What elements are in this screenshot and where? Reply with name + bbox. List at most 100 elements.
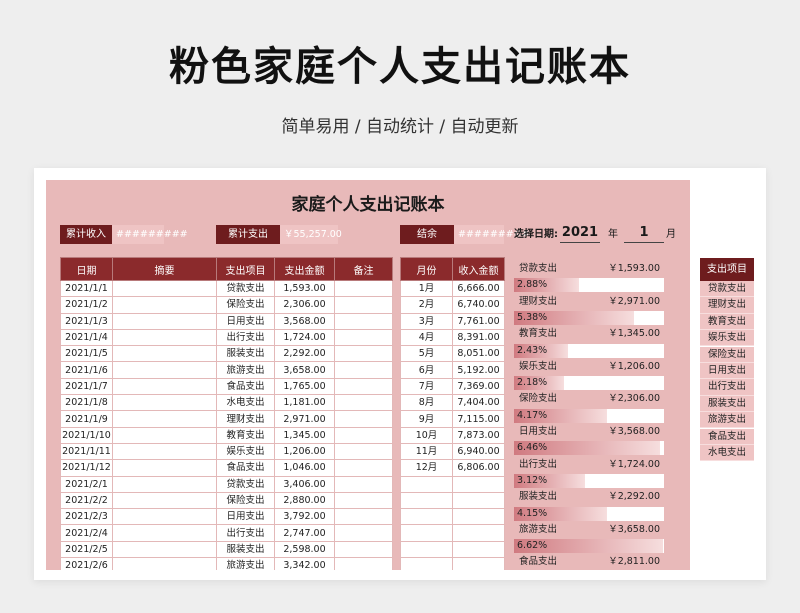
income-column-header[interactable]: 收入金额 <box>452 257 505 281</box>
category-list-item[interactable]: 娱乐支出 <box>700 330 754 347</box>
note-cell[interactable] <box>334 345 393 363</box>
income-amount-cell[interactable]: 7,761.00 <box>452 312 505 330</box>
amount-cell[interactable]: 3,658.00 <box>274 361 335 379</box>
category-cell[interactable]: 服装支出 <box>216 540 275 559</box>
month-cell[interactable]: 12月 <box>400 459 453 477</box>
date-cell[interactable]: 2021/2/5 <box>60 540 113 559</box>
month-cell[interactable]: 6月 <box>400 361 453 379</box>
expense-column-header[interactable]: 备注 <box>334 257 393 281</box>
income-amount-cell[interactable]: 5,192.00 <box>452 361 505 379</box>
note-cell[interactable] <box>334 279 393 298</box>
summary-cell[interactable] <box>112 508 217 526</box>
category-cell[interactable]: 食品支出 <box>216 377 275 396</box>
income-amount-cell[interactable] <box>452 557 505 570</box>
category-cell[interactable]: 日用支出 <box>216 312 275 330</box>
income-amount-cell[interactable] <box>452 491 505 510</box>
month-cell[interactable]: 7月 <box>400 377 453 396</box>
month-cell[interactable] <box>400 524 453 542</box>
income-amount-cell[interactable]: 6,740.00 <box>452 296 505 314</box>
month-cell[interactable]: 11月 <box>400 442 453 461</box>
month-cell[interactable] <box>400 475 453 493</box>
note-cell[interactable] <box>334 475 393 493</box>
amount-cell[interactable]: 2,598.00 <box>274 540 335 559</box>
note-cell[interactable] <box>334 410 393 428</box>
month-cell[interactable]: 10月 <box>400 426 453 444</box>
month-cell[interactable]: 9月 <box>400 410 453 428</box>
note-cell[interactable] <box>334 361 393 379</box>
date-cell[interactable]: 2021/1/3 <box>60 312 113 330</box>
month-cell[interactable] <box>400 540 453 559</box>
category-cell[interactable]: 娱乐支出 <box>216 442 275 461</box>
summary-cell[interactable] <box>112 328 217 347</box>
amount-cell[interactable]: 2,747.00 <box>274 524 335 542</box>
income-amount-cell[interactable]: 6,940.00 <box>452 442 505 461</box>
note-cell[interactable] <box>334 377 393 396</box>
note-cell[interactable] <box>334 557 393 570</box>
date-cell[interactable]: 2021/1/10 <box>60 426 113 444</box>
amount-cell[interactable]: 2,292.00 <box>274 345 335 363</box>
category-cell[interactable]: 旅游支出 <box>216 361 275 379</box>
category-list-item[interactable]: 教育支出 <box>700 313 754 331</box>
income-total-value[interactable]: ######### <box>112 225 188 244</box>
date-cell[interactable]: 2021/1/1 <box>60 279 113 298</box>
expense-column-header[interactable]: 摘要 <box>112 257 217 281</box>
summary-cell[interactable] <box>112 312 217 330</box>
month-select[interactable]: 1 <box>624 224 664 243</box>
summary-cell[interactable] <box>112 377 217 396</box>
amount-cell[interactable]: 1,345.00 <box>274 426 335 444</box>
month-cell[interactable]: 3月 <box>400 312 453 330</box>
date-cell[interactable]: 2021/1/11 <box>60 442 113 461</box>
month-cell[interactable]: 2月 <box>400 296 453 314</box>
date-cell[interactable]: 2021/1/8 <box>60 394 113 412</box>
summary-cell[interactable] <box>112 296 217 314</box>
date-cell[interactable]: 2021/2/6 <box>60 557 113 570</box>
amount-cell[interactable]: 1,046.00 <box>274 459 335 477</box>
income-amount-cell[interactable]: 6,806.00 <box>452 459 505 477</box>
expense-total-value[interactable]: ￥55,257.00 <box>280 225 342 244</box>
summary-cell[interactable] <box>112 410 217 428</box>
category-cell[interactable]: 贷款支出 <box>216 475 275 493</box>
date-cell[interactable]: 2021/2/3 <box>60 508 113 526</box>
year-select[interactable]: 2021 <box>560 224 600 243</box>
summary-cell[interactable] <box>112 361 217 379</box>
note-cell[interactable] <box>334 459 393 477</box>
category-list-item[interactable]: 日用支出 <box>700 363 754 380</box>
category-list-item[interactable]: 保险支出 <box>700 346 754 363</box>
amount-cell[interactable]: 1,724.00 <box>274 328 335 347</box>
income-amount-cell[interactable] <box>452 475 505 493</box>
category-cell[interactable]: 贷款支出 <box>216 279 275 298</box>
summary-cell[interactable] <box>112 459 217 477</box>
income-amount-cell[interactable] <box>452 540 505 559</box>
category-list-item[interactable]: 理财支出 <box>700 297 754 314</box>
amount-cell[interactable]: 3,568.00 <box>274 312 335 330</box>
amount-cell[interactable]: 1,593.00 <box>274 279 335 298</box>
date-cell[interactable]: 2021/2/1 <box>60 475 113 493</box>
date-cell[interactable]: 2021/2/4 <box>60 524 113 542</box>
summary-cell[interactable] <box>112 524 217 542</box>
amount-cell[interactable]: 3,342.00 <box>274 557 335 570</box>
date-cell[interactable]: 2021/1/6 <box>60 361 113 379</box>
income-column-header[interactable]: 月份 <box>400 257 453 281</box>
summary-cell[interactable] <box>112 426 217 444</box>
note-cell[interactable] <box>334 524 393 542</box>
note-cell[interactable] <box>334 296 393 314</box>
amount-cell[interactable]: 2,971.00 <box>274 410 335 428</box>
month-cell[interactable] <box>400 557 453 570</box>
category-list-item[interactable]: 水电支出 <box>700 445 754 462</box>
category-cell[interactable]: 水电支出 <box>216 394 275 412</box>
income-amount-cell[interactable]: 7,404.00 <box>452 394 505 412</box>
income-amount-cell[interactable] <box>452 524 505 542</box>
amount-cell[interactable]: 3,406.00 <box>274 475 335 493</box>
month-cell[interactable]: 8月 <box>400 394 453 412</box>
income-amount-cell[interactable]: 7,115.00 <box>452 410 505 428</box>
note-cell[interactable] <box>334 426 393 444</box>
category-cell[interactable]: 出行支出 <box>216 524 275 542</box>
income-amount-cell[interactable]: 8,051.00 <box>452 345 505 363</box>
date-cell[interactable]: 2021/1/2 <box>60 296 113 314</box>
note-cell[interactable] <box>334 442 393 461</box>
category-cell[interactable]: 服装支出 <box>216 345 275 363</box>
category-cell[interactable]: 食品支出 <box>216 459 275 477</box>
category-cell[interactable]: 日用支出 <box>216 508 275 526</box>
category-list-item[interactable]: 贷款支出 <box>700 281 754 298</box>
date-cell[interactable]: 2021/1/7 <box>60 377 113 396</box>
